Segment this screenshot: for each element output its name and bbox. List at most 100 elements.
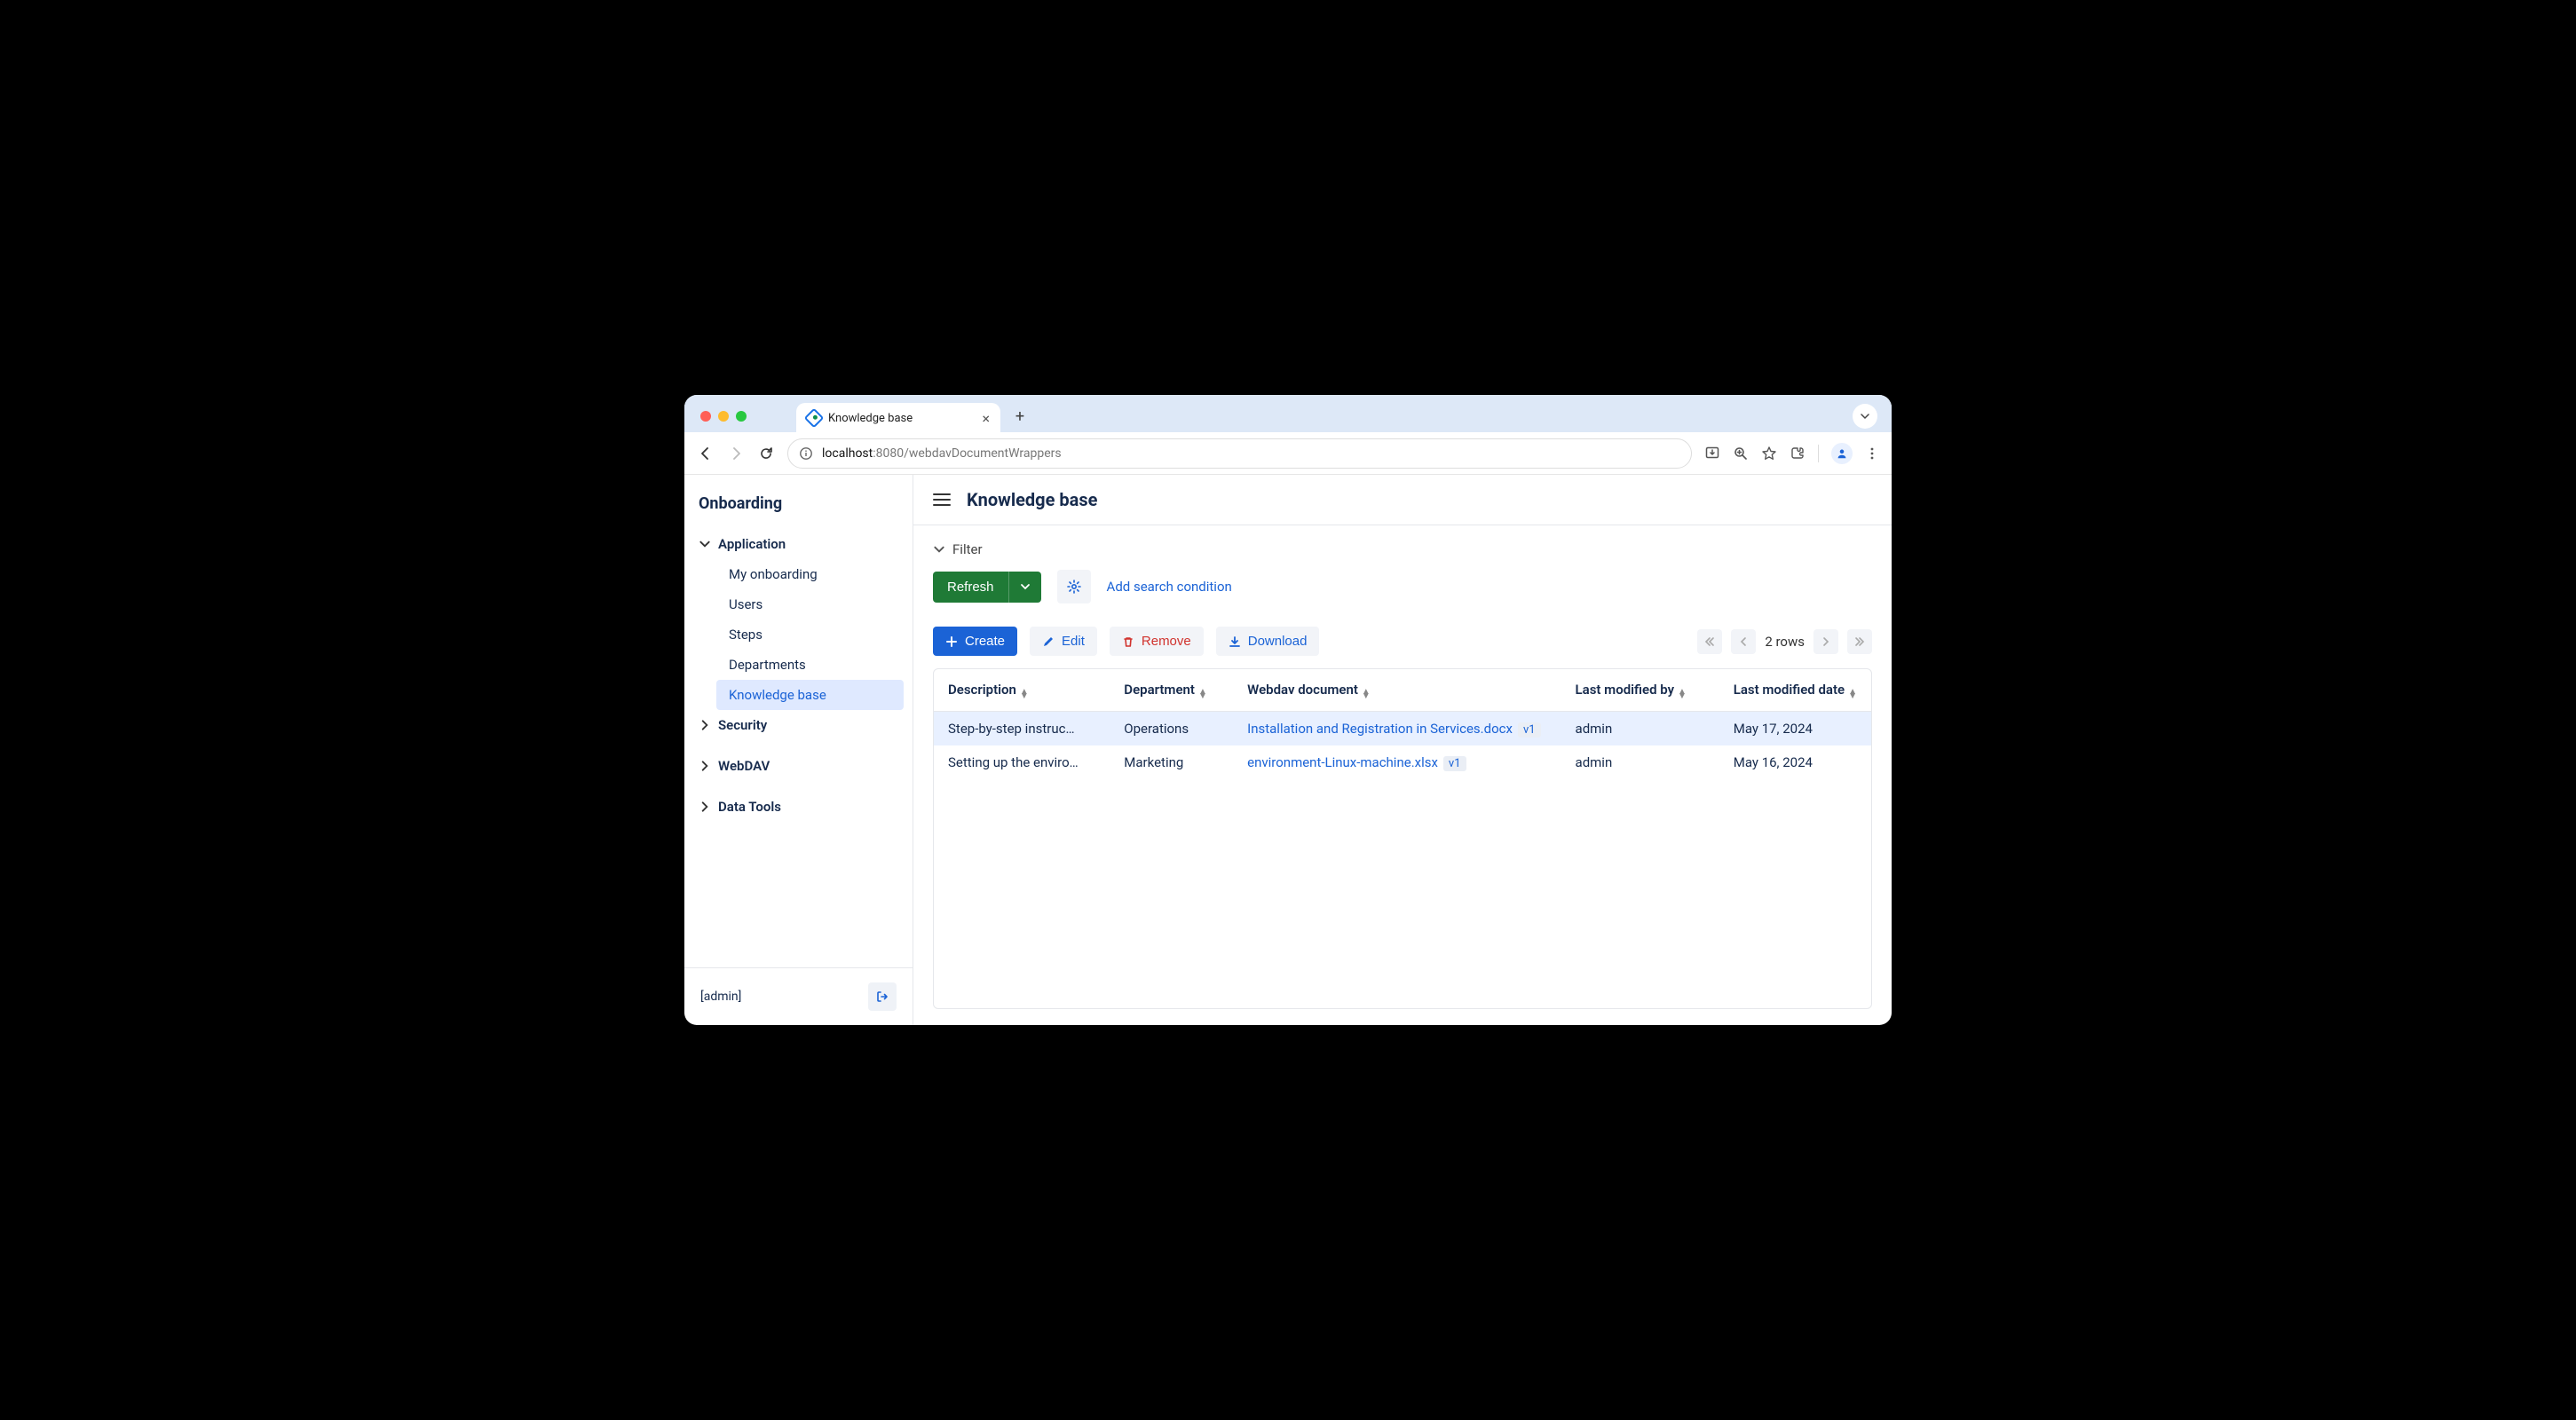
page-last-button[interactable] xyxy=(1847,629,1872,654)
new-tab-button[interactable]: + xyxy=(1007,404,1032,429)
col-last-modified-date[interactable]: Last modified date▲▼ xyxy=(1719,669,1871,712)
cell-document: environment-Linux-machine.xlsx v1 xyxy=(1233,746,1561,779)
tab-title: Knowledge base xyxy=(828,412,975,425)
document-link[interactable]: Installation and Registration in Service… xyxy=(1247,721,1513,737)
sidebar-item-my-onboarding[interactable]: My onboarding xyxy=(716,559,904,589)
nav-reload-button[interactable] xyxy=(757,445,775,462)
group-header-application[interactable]: Application xyxy=(684,529,913,559)
toolbar-divider xyxy=(1818,445,1819,462)
browser-tab[interactable]: Knowledge base × xyxy=(796,403,1000,433)
main-header: Knowledge base xyxy=(913,475,1892,525)
menu-button[interactable] xyxy=(1865,446,1879,461)
sidebar-title: Onboarding xyxy=(684,487,913,529)
chevron-right-icon xyxy=(699,760,711,772)
chevron-right-icon xyxy=(699,801,711,813)
sidebar-toggle-button[interactable] xyxy=(933,493,951,506)
group-header-webdav[interactable]: WebDAV xyxy=(684,751,913,781)
edit-label: Edit xyxy=(1062,634,1085,649)
tab-strip: Knowledge base × + xyxy=(684,395,1892,432)
zoom-button[interactable] xyxy=(1733,446,1749,462)
refresh-button-group: Refresh xyxy=(933,572,1041,603)
group-header-data-tools[interactable]: Data Tools xyxy=(684,792,913,822)
install-app-button[interactable] xyxy=(1704,446,1720,462)
cell-department: Operations xyxy=(1110,712,1233,746)
bookmark-button[interactable] xyxy=(1761,446,1777,462)
url-field[interactable]: localhost:8080/webdavDocumentWrappers xyxy=(787,438,1692,469)
add-search-condition-link[interactable]: Add search condition xyxy=(1107,579,1232,595)
browser-window: Knowledge base × + localhost:8080 xyxy=(684,395,1892,1025)
gear-icon xyxy=(1066,579,1082,595)
sidebar-item-users[interactable]: Users xyxy=(716,589,904,619)
sort-icon: ▲▼ xyxy=(1198,690,1207,698)
download-button[interactable]: Download xyxy=(1216,627,1320,656)
page-first-button[interactable] xyxy=(1697,629,1722,654)
col-department[interactable]: Department▲▼ xyxy=(1110,669,1233,712)
download-icon xyxy=(1229,635,1241,648)
current-user-label: [admin] xyxy=(700,990,741,1004)
cell-department: Marketing xyxy=(1110,746,1233,779)
arrow-left-icon xyxy=(698,446,714,462)
traffic-lights xyxy=(700,411,747,422)
kebab-icon xyxy=(1865,446,1879,461)
chevron-down-icon xyxy=(699,538,711,550)
toolbar-right-icons xyxy=(1704,443,1879,464)
col-last-modified-by[interactable]: Last modified by▲▼ xyxy=(1561,669,1719,712)
cell-modified-by: admin xyxy=(1561,712,1719,746)
remove-label: Remove xyxy=(1142,634,1191,649)
logout-button[interactable] xyxy=(868,982,897,1011)
tabs-dropdown-button[interactable] xyxy=(1853,404,1877,429)
trash-icon xyxy=(1122,635,1134,648)
star-icon xyxy=(1761,446,1777,462)
window-minimize-dot[interactable] xyxy=(718,411,729,422)
table-row[interactable]: Step-by-step instruc… Operations Install… xyxy=(934,712,1871,746)
arrow-right-icon xyxy=(728,446,744,462)
nav-forward-button[interactable] xyxy=(727,445,745,462)
col-webdav-document[interactable]: Webdav document▲▼ xyxy=(1233,669,1561,712)
table-header-row: Description▲▼ Department▲▼ Webdav docume… xyxy=(934,669,1871,712)
tab-close-icon[interactable]: × xyxy=(982,410,990,427)
page-prev-button[interactable] xyxy=(1731,629,1756,654)
filter-settings-button[interactable] xyxy=(1057,570,1091,604)
sidebar-footer: [admin] xyxy=(684,967,913,1025)
document-link[interactable]: environment-Linux-machine.xlsx xyxy=(1247,754,1438,770)
cell-modified-by: admin xyxy=(1561,746,1719,779)
action-row: Create Edit Remove Download xyxy=(933,627,1872,656)
chevron-right-icon xyxy=(699,719,711,731)
rows-count-label: 2 rows xyxy=(1765,634,1805,650)
refresh-button[interactable]: Refresh xyxy=(933,572,1008,603)
sort-icon: ▲▼ xyxy=(1848,690,1857,698)
profile-button[interactable] xyxy=(1831,443,1853,464)
edit-button[interactable]: Edit xyxy=(1030,627,1097,656)
col-description[interactable]: Description▲▼ xyxy=(934,669,1110,712)
install-icon xyxy=(1704,446,1720,462)
refresh-dropdown-button[interactable] xyxy=(1008,572,1041,603)
sidebar-item-departments[interactable]: Departments xyxy=(716,650,904,680)
sort-icon: ▲▼ xyxy=(1362,690,1371,698)
extensions-button[interactable] xyxy=(1790,446,1806,462)
version-badge: v1 xyxy=(1443,756,1466,771)
sidebar: Onboarding Application My onboarding Use… xyxy=(684,475,913,1025)
zoom-icon xyxy=(1733,446,1749,462)
logout-icon xyxy=(875,990,889,1004)
create-button[interactable]: Create xyxy=(933,627,1017,656)
filter-label: Filter xyxy=(952,541,983,557)
table-body: Step-by-step instruc… Operations Install… xyxy=(934,712,1871,780)
nav-back-button[interactable] xyxy=(697,445,715,462)
remove-button[interactable]: Remove xyxy=(1110,627,1204,656)
cell-modified-date: May 17, 2024 xyxy=(1719,712,1871,746)
sidebar-item-knowledge-base[interactable]: Knowledge base xyxy=(716,680,904,710)
filter-toggle[interactable]: Filter xyxy=(933,541,1872,557)
group-label: Application xyxy=(718,536,786,552)
group-header-security[interactable]: Security xyxy=(684,710,913,740)
favicon-icon xyxy=(804,408,825,429)
browser-chrome: Knowledge base × + localhost:8080 xyxy=(684,395,1892,475)
sidebar-group-webdav: WebDAV xyxy=(684,740,913,781)
window-close-dot[interactable] xyxy=(700,411,711,422)
table-row[interactable]: Setting up the enviro… Marketing environ… xyxy=(934,746,1871,779)
page-next-button[interactable] xyxy=(1813,629,1838,654)
window-zoom-dot[interactable] xyxy=(736,411,747,422)
chevron-down-icon xyxy=(1020,581,1031,592)
sidebar-item-steps[interactable]: Steps xyxy=(716,619,904,650)
plus-icon xyxy=(945,635,958,648)
download-label: Download xyxy=(1248,634,1308,649)
